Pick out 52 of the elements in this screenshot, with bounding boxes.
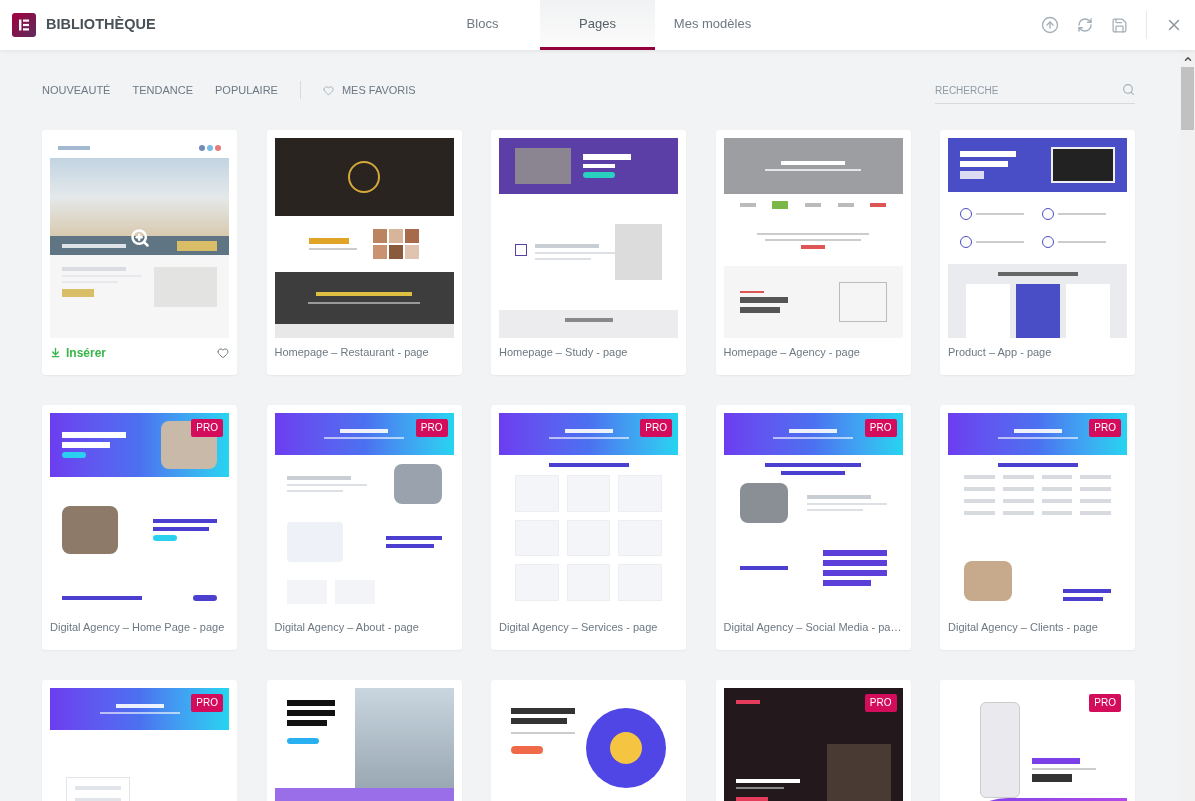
template-title: Product – App - page [948,345,1052,361]
template-card[interactable]: PRO Digital Agency – About - page [266,405,462,650]
save-icon[interactable] [1111,16,1128,34]
scrollbar-thumb[interactable] [1181,67,1194,130]
template-card[interactable]: PRO [715,680,911,801]
template-title: Homepage – Agency - page [723,345,860,361]
template-card[interactable]: PRO Digital Agency – Home Page - page [42,405,237,650]
template-title: Digital Agency – Clients - page [948,620,1098,636]
search-icon[interactable] [1122,82,1135,96]
pro-tag: PRO [415,419,448,437]
template-title: Homepage – Study - page [499,345,628,361]
pro-tag: PRO [864,694,897,712]
template-card[interactable]: PRO Digital Agency – Services - page [491,405,686,650]
template-card[interactable]: PRO [42,680,237,801]
template-title: Digital Agency – About - page [274,620,419,636]
favorites-filter[interactable]: MES FAVORIS [322,81,416,99]
scroll-up-icon[interactable] [1182,54,1193,64]
template-card[interactable]: PRO Digital Agency – Social Media - pa… [715,405,911,650]
template-card[interactable]: Homepage – Restaurant - page [266,130,462,375]
pro-tag: PRO [191,694,223,712]
library-title: BIBLIOTHÈQUE [46,15,156,35]
pro-tag: PRO [640,419,672,437]
template-card[interactable]: Insérer [42,130,237,375]
template-card[interactable]: PRO Digital Agency – Clients - page [940,405,1135,650]
filter-link[interactable]: POPULAIRE [215,81,278,99]
library-tab[interactable]: Blocs [425,0,540,50]
filter-link[interactable]: NOUVEAUTÉ [42,81,111,99]
pro-tag: PRO [1089,419,1121,437]
zoom-in-icon[interactable] [129,228,150,248]
template-title: Digital Agency – Home Page - page [50,620,225,636]
download-icon [50,347,61,358]
library-tab[interactable]: Mes modèles [655,0,770,50]
pro-tag: PRO [191,419,223,437]
template-card[interactable]: Homepage – Study - page [491,130,686,375]
sync-icon[interactable] [1077,17,1093,33]
template-card[interactable]: PRO [940,680,1135,801]
template-card[interactable]: Homepage – Agency - page [715,130,911,375]
heart-icon[interactable] [217,346,229,359]
pro-tag: PRO [1089,694,1121,712]
template-title: Digital Agency – Services - page [499,620,658,636]
filter-link[interactable]: TENDANCE [132,81,193,99]
template-title: Digital Agency – Social Media - pa… [723,620,902,636]
upload-icon[interactable] [1041,16,1059,34]
heart-icon [322,84,334,96]
template-card[interactable]: Product – App - page [940,130,1135,375]
elementor-logo-icon [12,13,36,37]
template-title: Homepage – Restaurant - page [274,345,429,361]
search-field[interactable]: RECHERCHE [935,77,1135,104]
scrollbar[interactable] [1180,50,1195,801]
library-tab[interactable]: Pages [540,0,655,50]
pro-tag: PRO [864,419,897,437]
insert-button[interactable]: Insérer [50,343,107,362]
